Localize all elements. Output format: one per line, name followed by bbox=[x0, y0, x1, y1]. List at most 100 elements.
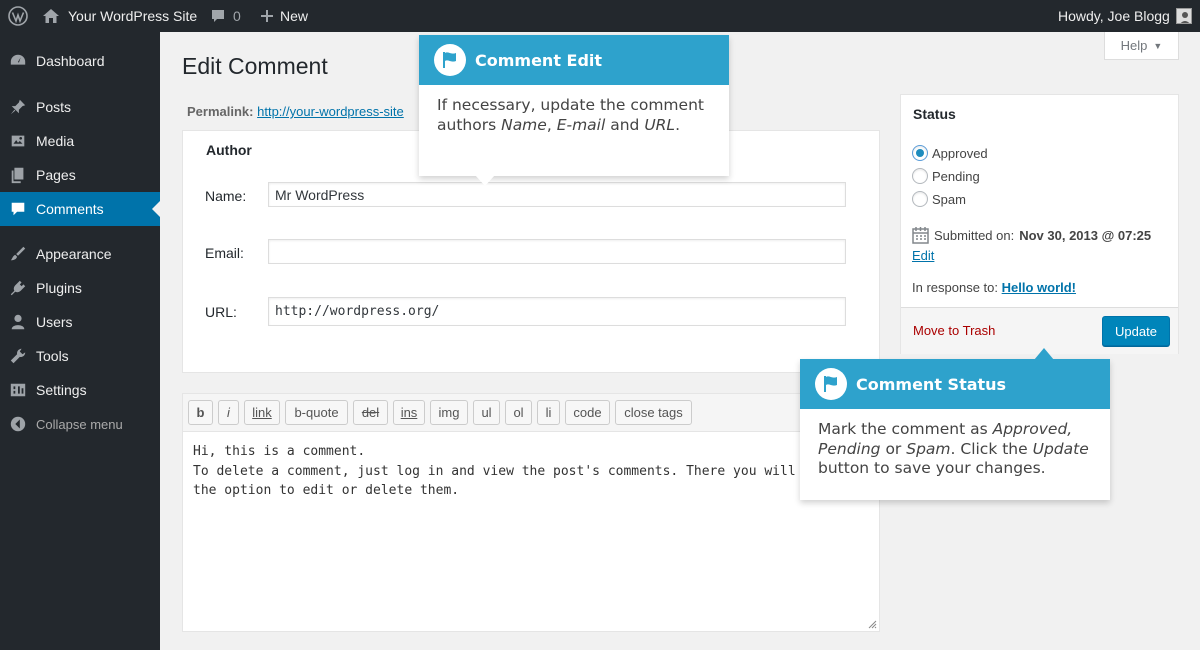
plus-icon bbox=[261, 10, 273, 22]
sidebar-item-label: Tools bbox=[36, 348, 69, 364]
admin-sidebar: Dashboard Posts Media Pages Comments App… bbox=[0, 32, 160, 650]
url-field[interactable]: http://wordpress.org/ bbox=[268, 297, 846, 326]
text-fragment: or bbox=[880, 439, 907, 458]
sidebar-item-appearance[interactable]: Appearance bbox=[0, 237, 160, 271]
email-label: Email: bbox=[205, 245, 244, 261]
account-menu[interactable]: Howdy, Joe Blogg bbox=[1058, 0, 1192, 32]
comment-status-pointer-title: Comment Status bbox=[856, 374, 1007, 394]
url-label: URL: bbox=[205, 304, 237, 320]
edit-date-link[interactable]: Edit bbox=[912, 248, 934, 263]
comment-edit-pointer-text: If necessary, update the comment authors… bbox=[437, 96, 704, 135]
approved-radio[interactable] bbox=[912, 145, 928, 161]
sidebar-item-media[interactable]: Media bbox=[0, 124, 160, 158]
text-fragment: Spam bbox=[906, 439, 951, 458]
calendar-icon bbox=[912, 227, 929, 244]
ol-button[interactable]: ol bbox=[505, 400, 532, 425]
submitted-label: Submitted on: bbox=[934, 228, 1015, 243]
spam-radio[interactable] bbox=[912, 191, 928, 207]
del-button[interactable]: del bbox=[353, 400, 388, 425]
comment-icon bbox=[0, 200, 36, 218]
resize-handle-icon[interactable] bbox=[867, 619, 877, 629]
comment-textarea[interactable]: Hi, this is a comment. To delete a comme… bbox=[182, 431, 880, 632]
comment-status-pointer-text: Mark the comment as Approved, Pending or… bbox=[818, 420, 1089, 479]
close-tags-button[interactable]: close tags bbox=[615, 400, 692, 425]
comments-counter[interactable]: 0 bbox=[210, 0, 241, 32]
comment-status-line-3: button to save your changes. bbox=[818, 459, 1046, 477]
collapse-menu-button[interactable]: Collapse menu bbox=[0, 407, 160, 441]
comment-status-pointer: Comment Status Mark the comment as Appro… bbox=[800, 348, 1110, 500]
link-button[interactable]: link bbox=[244, 400, 280, 425]
wordpress-logo-icon[interactable] bbox=[8, 0, 28, 32]
comment-status-pointer-header: Comment Status bbox=[800, 359, 1110, 409]
users-icon bbox=[0, 313, 36, 331]
comments-count: 0 bbox=[233, 8, 241, 24]
text-fragment: Mark the comment as bbox=[818, 420, 993, 438]
sidebar-item-plugins[interactable]: Plugins bbox=[0, 271, 160, 305]
italic-button[interactable]: i bbox=[218, 400, 239, 425]
pages-icon bbox=[0, 166, 36, 184]
sidebar-item-settings[interactable]: Settings bbox=[0, 373, 160, 407]
sidebar-item-label: Settings bbox=[36, 382, 87, 398]
sidebar-item-label: Comments bbox=[36, 201, 104, 217]
page-title: Edit Comment bbox=[182, 53, 328, 79]
in-response-label: In response to: bbox=[912, 280, 998, 295]
spam-label: Spam bbox=[932, 191, 966, 207]
status-option-approved[interactable]: Approved bbox=[912, 145, 988, 161]
li-button[interactable]: li bbox=[537, 400, 560, 425]
plugin-icon bbox=[0, 279, 36, 297]
blockquote-button[interactable]: b-quote bbox=[285, 400, 348, 425]
text-fragment: and bbox=[605, 115, 645, 134]
comment-status-line-2: Pending or Spam. Click the Update bbox=[818, 440, 1089, 460]
comment-edit-pointer-title: Comment Edit bbox=[475, 50, 603, 70]
flag-icon bbox=[434, 44, 466, 76]
ins-button[interactable]: ins bbox=[393, 400, 425, 425]
sidebar-item-tools[interactable]: Tools bbox=[0, 339, 160, 373]
text-fragment: authors bbox=[437, 115, 502, 134]
media-icon bbox=[0, 132, 36, 150]
status-option-pending[interactable]: Pending bbox=[912, 168, 980, 184]
sidebar-item-posts[interactable]: Posts bbox=[0, 90, 160, 124]
comment-edit-line-2: authors Name, E-mail and URL. bbox=[437, 116, 704, 136]
pointer-arrow-down bbox=[475, 175, 495, 186]
caret-down-icon: ▼ bbox=[1153, 40, 1163, 51]
new-content-menu[interactable]: New bbox=[260, 0, 308, 32]
bold-button[interactable]: b bbox=[188, 400, 213, 425]
sidebar-item-label: Pages bbox=[36, 167, 76, 183]
sidebar-item-users[interactable]: Users bbox=[0, 305, 160, 339]
sidebar-item-label: Dashboard bbox=[36, 53, 105, 69]
submitted-date: Nov 30, 2013 @ 07:25 bbox=[1019, 228, 1152, 243]
comment-bubble-icon bbox=[212, 10, 224, 22]
approved-label: Approved bbox=[932, 145, 988, 161]
code-button[interactable]: code bbox=[565, 400, 610, 425]
status-option-spam[interactable]: Spam bbox=[912, 191, 966, 207]
quicktags-toolbar: b i link b-quote del ins img ul ol li co… bbox=[182, 393, 880, 431]
text-fragment: Name bbox=[501, 115, 547, 134]
sidebar-item-pages[interactable]: Pages bbox=[0, 158, 160, 192]
ul-button[interactable]: ul bbox=[473, 400, 500, 425]
sidebar-item-comments[interactable]: Comments bbox=[0, 192, 160, 226]
permalink-link[interactable]: http://your-wordpress-site bbox=[257, 104, 404, 119]
site-name-link[interactable]: Your WordPress Site bbox=[42, 0, 197, 32]
name-field[interactable]: Mr WordPress bbox=[268, 182, 846, 207]
move-to-trash-link[interactable]: Move to Trash bbox=[913, 323, 995, 338]
sidebar-item-dashboard[interactable]: Dashboard bbox=[0, 44, 160, 78]
permalink-row: Permalink: http://your-wordpress-site bbox=[187, 104, 404, 119]
howdy-greeting: Howdy, Joe Blogg bbox=[1058, 8, 1170, 24]
text-fragment: Approved, bbox=[992, 420, 1073, 438]
settings-icon bbox=[0, 381, 36, 399]
site-name: Your WordPress Site bbox=[68, 8, 198, 24]
pending-radio[interactable] bbox=[912, 168, 928, 184]
in-response-link[interactable]: Hello world! bbox=[1002, 280, 1076, 295]
email-field[interactable] bbox=[268, 239, 846, 264]
sidebar-item-label: Plugins bbox=[36, 280, 82, 296]
text-fragment: URL bbox=[644, 115, 676, 134]
sidebar-item-label: Appearance bbox=[36, 246, 112, 262]
admin-bar: Your WordPress Site 0 New Howdy, Joe Blo… bbox=[0, 0, 1200, 32]
sidebar-item-label: Media bbox=[36, 133, 75, 149]
wrench-icon bbox=[0, 347, 36, 365]
help-tab-button[interactable]: Help ▼ bbox=[1104, 32, 1179, 60]
update-button[interactable]: Update bbox=[1102, 316, 1170, 346]
sidebar-item-label: Posts bbox=[36, 99, 72, 115]
comment-edit-line-1: If necessary, update the comment bbox=[437, 96, 704, 114]
img-button[interactable]: img bbox=[430, 400, 468, 425]
